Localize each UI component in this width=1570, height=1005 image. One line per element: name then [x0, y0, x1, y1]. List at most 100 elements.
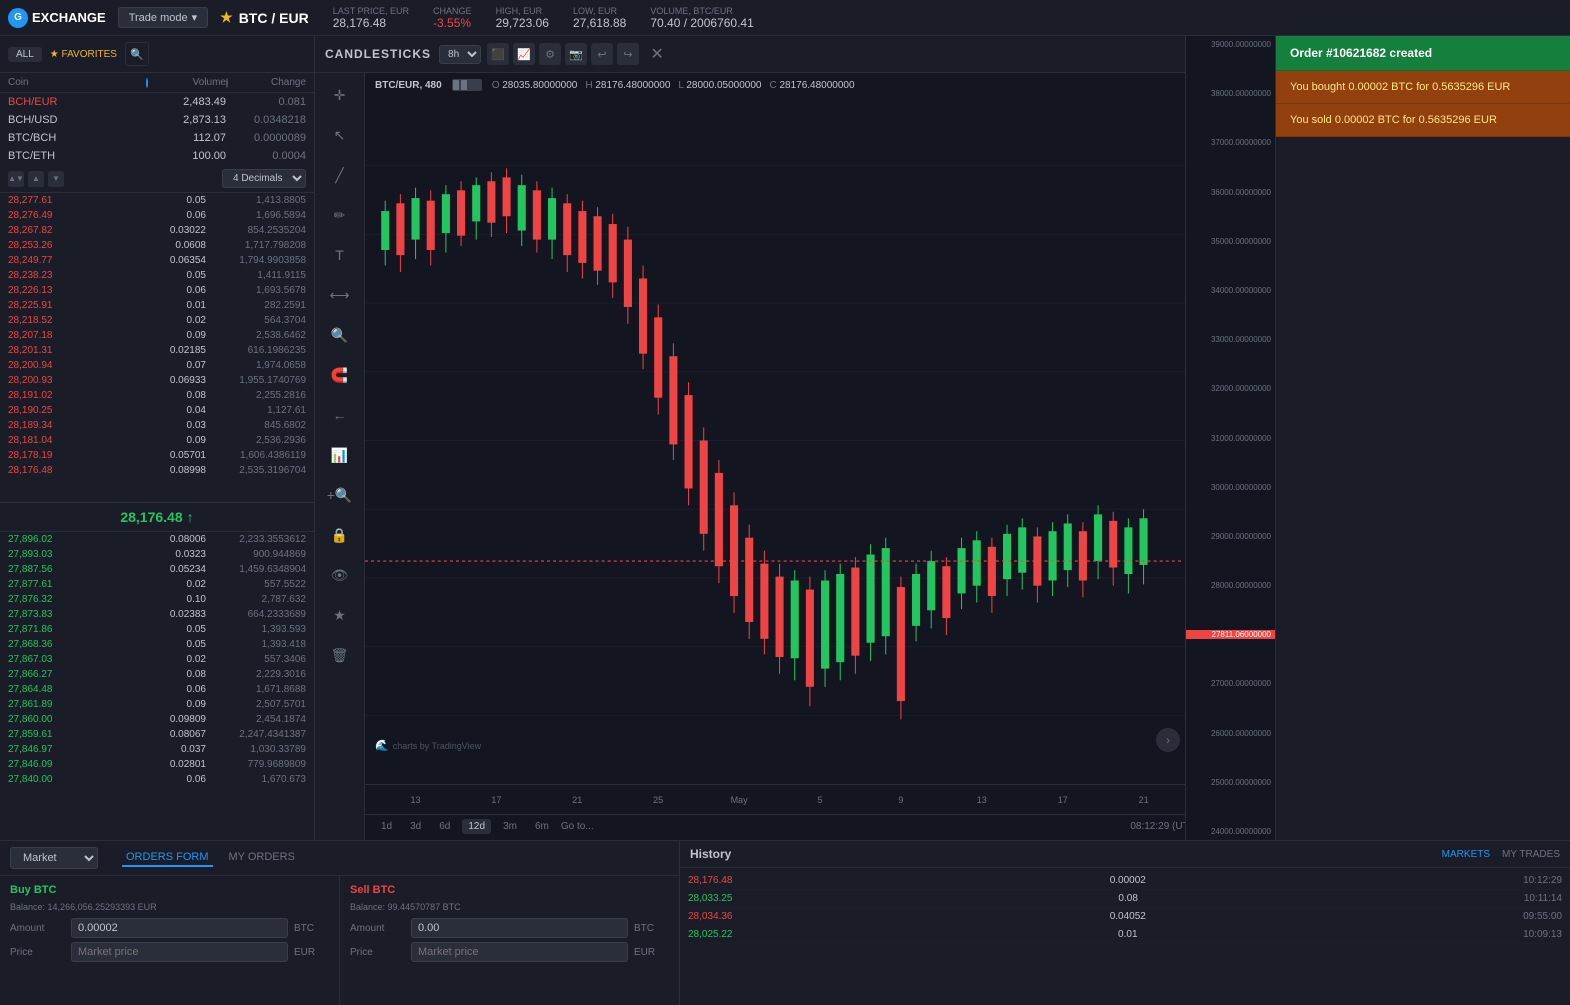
tab-my-trades[interactable]: MY TRADES: [1502, 849, 1560, 860]
history-price: 28,176.48: [688, 875, 733, 886]
time-label: 13: [375, 795, 456, 805]
chart-title: CANDLESTICKS: [325, 47, 431, 61]
change-radio[interactable]: [226, 78, 228, 88]
list-item[interactable]: BCH/USD 2,873.13 0.0348218: [0, 111, 314, 129]
expand-chart-button[interactable]: ›: [1156, 728, 1180, 752]
zoom-tool[interactable]: 🔍: [326, 321, 354, 349]
star-tool[interactable]: ★: [326, 601, 354, 629]
draw-tool[interactable]: ✏: [326, 201, 354, 229]
trash-tool[interactable]: 🗑: [326, 641, 354, 669]
eye-tool[interactable]: 👁: [326, 561, 354, 589]
settings-icon[interactable]: ⚙: [539, 43, 561, 65]
crosshair-tool[interactable]: ✛: [326, 81, 354, 109]
timeframe-6m-button[interactable]: 6m: [529, 819, 555, 834]
volume-value: 70.40 / 2006760.41: [650, 16, 753, 30]
favorites-button[interactable]: ★ FAVORITES: [50, 49, 117, 60]
change-toggle[interactable]: Change: [226, 77, 306, 88]
list-item[interactable]: BCH/EUR 2,483.49 0.081: [0, 93, 314, 111]
table-row: 27,896.020.080062,233.3553612: [0, 532, 314, 547]
back-arrow-tool[interactable]: ←: [326, 401, 354, 429]
logo-area: G EXCHANGE: [8, 8, 106, 28]
screenshot-icon[interactable]: 📷: [565, 43, 587, 65]
high-stat: High, EUR 29,723.06: [496, 6, 549, 30]
list-item[interactable]: BTC/ETH 100.00 0.0004: [0, 147, 314, 165]
bid-list: 27,896.020.080062,233.3553612 27,893.030…: [0, 532, 314, 841]
change-label: Change: [433, 6, 472, 16]
indicator-tool[interactable]: 📊: [326, 441, 354, 469]
table-row: 27,860.000.098092,454.1874: [0, 712, 314, 727]
line-type-icon[interactable]: 📈: [513, 43, 535, 65]
sort-icon-2[interactable]: ▲: [28, 171, 44, 187]
timeframe-3m-button[interactable]: 3m: [497, 819, 523, 834]
forward-icon[interactable]: ↪: [617, 43, 639, 65]
pair-selector[interactable]: ★ BTC / EUR: [220, 9, 309, 26]
trend-line-tool[interactable]: ╱: [326, 161, 354, 189]
sell-price-input[interactable]: [411, 942, 628, 962]
timeframe-12d-button[interactable]: 12d: [462, 819, 491, 834]
sell-title: Sell BTC: [350, 884, 669, 896]
magnet-tool[interactable]: 🧲: [326, 361, 354, 389]
price-tick: 32000.00000000: [1186, 384, 1275, 393]
lock-tool[interactable]: 🔒: [326, 521, 354, 549]
cursor-tool[interactable]: ↖: [326, 121, 354, 149]
filter-all-button[interactable]: ALL: [8, 47, 42, 62]
table-row: 27,846.090.02801779.9689809: [0, 757, 314, 772]
list-item[interactable]: BTC/BCH 112.07 0.0000089: [0, 129, 314, 147]
history-tabs: MARKETS MY TRADES: [1442, 849, 1560, 860]
time-label: 21: [537, 795, 618, 805]
order-book: ▲▼ ▲ ▼ 4 Decimals 28,277.610.051,413.880…: [0, 165, 314, 840]
history-time: 10:09:13: [1523, 929, 1562, 940]
chart-tools: ✛ ↖ ╱ ✏ T ⟷ 🔍 🧲 ← 📊 +🔍 🔒 👁 ★ 🗑: [315, 73, 365, 840]
table-row: 27,887.560.052341,459.6348904: [0, 562, 314, 577]
text-tool[interactable]: T: [326, 241, 354, 269]
buy-price-input[interactable]: [71, 942, 288, 962]
ohlc-open: O 28035.80000000: [492, 80, 578, 91]
table-row: 28,267.820.03022854.2535204: [0, 223, 314, 238]
table-row: 27,873.830.02383664.2333689: [0, 607, 314, 622]
table-row: 28,207.180.092,538.6462: [0, 328, 314, 343]
sell-amount-input[interactable]: [411, 918, 628, 938]
trade-mode-button[interactable]: Trade mode ▾: [118, 7, 208, 28]
tab-my-orders[interactable]: MY ORDERS: [225, 849, 299, 867]
ohlc-close: C 28176.48000000: [769, 80, 854, 91]
table-row: 27,861.890.092,507.5701: [0, 697, 314, 712]
zoom-in-tool[interactable]: +🔍: [326, 481, 354, 509]
time-label: 9: [860, 795, 941, 805]
table-row: 27,859.610.080672,247.4341387: [0, 727, 314, 742]
low-stat: Low, EUR 27,618.88: [573, 6, 626, 30]
back-icon[interactable]: ↩: [591, 43, 613, 65]
market-type-select[interactable]: Market Limit Stop: [10, 847, 98, 869]
search-icon[interactable]: 🔍: [125, 42, 149, 66]
measure-tool[interactable]: ⟷: [326, 281, 354, 309]
timeframe-3d-button[interactable]: 3d: [404, 819, 427, 834]
table-row: 27,866.270.082,229.3016: [0, 667, 314, 682]
table-row: 28,034.36 0.04052 09:55:00: [688, 908, 1562, 926]
sort-icon-3[interactable]: ▼: [48, 171, 64, 187]
history-price: 28,034.36: [688, 911, 733, 922]
candlestick-type-icon[interactable]: ⬛: [487, 43, 509, 65]
decimals-select[interactable]: 4 Decimals: [222, 169, 306, 188]
table-row: 28,249.770.063541,794.9903858: [0, 253, 314, 268]
price-tick: 27000.00000000: [1186, 679, 1275, 688]
tab-orders-form[interactable]: ORDERS FORM: [122, 849, 213, 867]
volume-toggle[interactable]: Volume: [146, 77, 226, 88]
timeframe-1d-button[interactable]: 1d: [375, 819, 398, 834]
price-tick: 25000.00000000: [1186, 778, 1275, 787]
chart-controls-bottom: 1d 3d 6d 12d 3m 6m Go to... 08:12:29 (UT…: [365, 814, 1275, 838]
sort-icon-1[interactable]: ▲▼: [8, 171, 24, 187]
history-price: 28,025.22: [688, 929, 733, 940]
goto-button[interactable]: Go to...: [561, 821, 594, 832]
timeframe-6d-button[interactable]: 6d: [433, 819, 456, 834]
time-label: 17: [456, 795, 537, 805]
coin-price: 2,483.49: [146, 96, 226, 108]
buy-amount-input[interactable]: [71, 918, 288, 938]
close-chart-button[interactable]: ✕: [645, 42, 669, 66]
chart-inner: ✛ ↖ ╱ ✏ T ⟷ 🔍 🧲 ← 📊 +🔍 🔒 👁 ★ 🗑: [315, 73, 1275, 840]
tab-markets[interactable]: MARKETS: [1442, 849, 1490, 860]
volume-radio[interactable]: [146, 78, 148, 88]
price-tick: 30000.00000000: [1186, 483, 1275, 492]
time-label: May: [699, 795, 780, 805]
table-row: 27,864.480.061,671.8688: [0, 682, 314, 697]
interval-select[interactable]: 8h1h4h1d: [439, 45, 481, 64]
coin-change: 0.0348218: [226, 114, 306, 126]
